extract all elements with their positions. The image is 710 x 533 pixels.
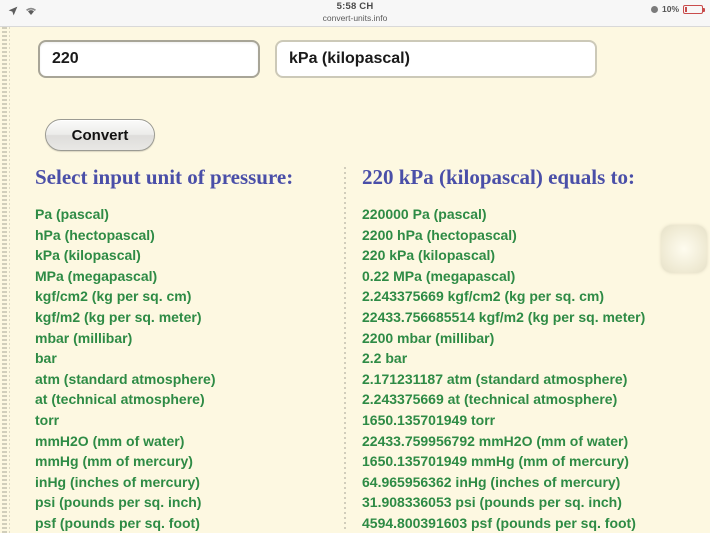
input-unit-option[interactable]: atm (standard atmosphere) xyxy=(35,369,335,390)
input-unit-option[interactable]: psf (pounds per sq. foot) xyxy=(35,513,335,533)
value-input[interactable] xyxy=(38,40,260,78)
result-row: 64.965956362 inHg (inches of mercury) xyxy=(362,473,621,490)
unit-select-label: kPa (kilopascal) xyxy=(289,50,410,67)
status-bar-time: 5:58 CH xyxy=(336,1,374,12)
result-row: 4594.800391603 psf (pounds per sq. foot) xyxy=(362,514,636,531)
input-units-list: Pa (pascal) hPa (hectopascal) kPa (kilopas… xyxy=(35,204,335,533)
input-unit-option[interactable]: MPa (megapascal) xyxy=(35,266,335,287)
input-unit-option[interactable]: hPa (hectopascal) xyxy=(35,225,335,246)
results-list: 220000 Pa (pascal) 2200 hPa (hectopascal)… xyxy=(362,204,710,533)
input-unit-option[interactable]: mmH2O (mm of water) xyxy=(35,431,335,452)
result-row: 220 kPa (kilopascal) xyxy=(362,247,496,264)
input-units-heading: Select input unit of pressure: xyxy=(35,165,294,189)
result-row: 2.243375669 at (technical atmosphere) xyxy=(362,391,618,408)
result-row: 2.171231187 atm (standard atmosphere) xyxy=(362,370,628,387)
input-unit-option[interactable]: torr xyxy=(35,410,335,431)
results-columns: Select input unit of pressure: Pa (pasca… xyxy=(0,165,710,533)
input-unit-option[interactable]: kgf/m2 (kg per sq. meter) xyxy=(35,307,335,328)
assistive-touch-button[interactable] xyxy=(661,225,707,273)
input-unit-option[interactable]: bar xyxy=(35,348,335,369)
result-row: 220000 Pa (pascal) xyxy=(362,206,487,222)
result-row: 2.243375669 kgf/cm2 (kg per sq. cm) xyxy=(362,288,605,305)
unit-select[interactable]: kPa (kilopascal) xyxy=(275,40,597,78)
battery-percent-label: 10% xyxy=(661,4,679,14)
result-row: 1650.135701949 mmHg (mm of mercury) xyxy=(362,453,629,470)
result-row: 31.908336053 psi (pounds per sq. inch) xyxy=(362,494,622,511)
input-unit-option[interactable]: kgf/cm2 (kg per sq. cm) xyxy=(35,286,335,307)
input-unit-option[interactable]: psi (pounds per sq. inch) xyxy=(35,492,335,513)
status-bar: 5:58 CH convert-units.info 10% xyxy=(0,0,710,27)
battery-fill xyxy=(685,6,687,12)
result-row: 22433.759956792 mmH2O (mm of water) xyxy=(362,432,629,449)
results-column: 220 kPa (kilopascal) equals to: 220000 P… xyxy=(362,165,710,533)
result-row: 22433.756685514 kgf/m2 (kg per sq. meter… xyxy=(362,308,646,325)
input-unit-option[interactable]: inHg (inches of mercury) xyxy=(35,472,335,493)
convert-button[interactable]: Convert xyxy=(45,119,155,151)
result-row: 2200 mbar (millibar) xyxy=(362,329,495,346)
result-row: 2.2 bar xyxy=(362,350,408,367)
converter-form: kPa (kilopascal) xyxy=(38,40,638,78)
input-unit-option[interactable]: mbar (millibar) xyxy=(35,328,335,349)
result-row: 0.22 MPa (megapascal) xyxy=(362,267,516,284)
battery-low-icon xyxy=(683,4,705,14)
input-units-column: Select input unit of pressure: Pa (pasca… xyxy=(35,165,335,533)
bluetooth-icon xyxy=(650,5,658,13)
results-heading: 220 kPa (kilopascal) equals to: xyxy=(362,165,636,189)
result-row: 2200 hPa (hectopascal) xyxy=(362,226,517,243)
input-unit-option[interactable]: at (technical atmosphere) xyxy=(35,389,335,410)
status-bar-center: 5:58 CH convert-units.info xyxy=(0,1,710,24)
input-unit-option[interactable]: kPa (kilopascal) xyxy=(35,245,335,266)
status-bar-site-title: convert-units.info xyxy=(322,13,388,23)
page-content: kPa (kilopascal) Convert Select input un… xyxy=(0,27,710,533)
status-bar-right-icons: 10% xyxy=(650,4,705,14)
input-unit-option[interactable]: Pa (pascal) xyxy=(35,204,335,225)
column-divider xyxy=(344,167,346,529)
result-row: 1650.135701949 torr xyxy=(362,411,496,428)
input-unit-option[interactable]: mmHg (mm of mercury) xyxy=(35,451,335,472)
